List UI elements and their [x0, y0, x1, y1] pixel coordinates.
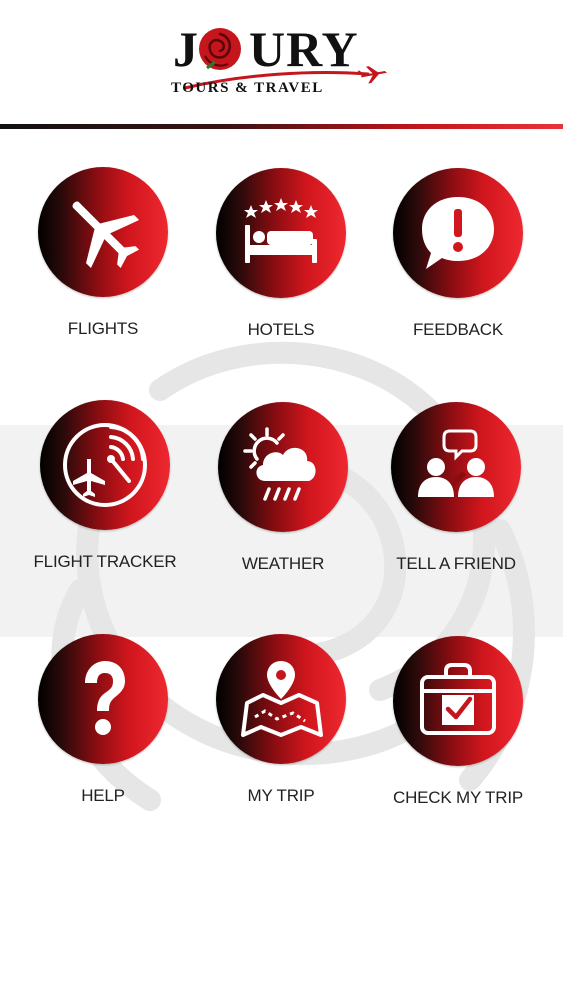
tile-label-flights: FLIGHTS	[67, 319, 139, 338]
tile-flight-tracker[interactable]: FLIGHT TRACKER	[30, 400, 180, 572]
hotels-circle[interactable]	[216, 168, 346, 298]
tile-weather[interactable]: WEATHER	[208, 402, 358, 574]
tile-label-check-my-trip: CHECK MY TRIP	[393, 788, 523, 807]
tile-label-help: HELP	[81, 786, 125, 805]
flight-tracker-circle[interactable]	[40, 400, 170, 530]
map-pin-icon	[241, 661, 323, 737]
tile-label-flight-tracker: FLIGHT TRACKER	[33, 552, 177, 571]
menu-grid: FLIGHTS HOTELS FEEDBACK FLIGHT TRACKER W…	[0, 0, 563, 1000]
tile-label-tell-a-friend: TELL A FRIEND	[396, 554, 516, 573]
tile-my-trip[interactable]: MY TRIP	[206, 634, 356, 806]
weather-circle[interactable]	[218, 402, 348, 532]
feedback-bubble-icon	[422, 197, 494, 269]
tell-a-friend-icon	[418, 429, 494, 497]
my-trip-circle[interactable]	[216, 634, 346, 764]
flights-circle[interactable]	[38, 167, 168, 297]
tile-check-my-trip[interactable]: CHECK MY TRIP	[383, 636, 533, 808]
tile-label-feedback: FEEDBACK	[412, 320, 504, 339]
question-mark-icon	[85, 661, 125, 735]
weather-icon	[243, 427, 316, 501]
check-my-trip-circle[interactable]	[393, 636, 523, 766]
hotel-bed-icon	[244, 198, 318, 263]
briefcase-check-icon	[420, 663, 496, 735]
tile-label-hotels: HOTELS	[247, 320, 315, 339]
flight-tracker-icon	[63, 423, 147, 507]
tile-flights[interactable]: FLIGHTS	[28, 167, 178, 339]
tile-hotels[interactable]: HOTELS	[206, 168, 356, 340]
airplane-icon	[72, 201, 140, 269]
help-circle[interactable]	[38, 634, 168, 764]
tile-help[interactable]: HELP	[28, 634, 178, 806]
tile-feedback[interactable]: FEEDBACK	[383, 168, 533, 340]
tell-a-friend-circle[interactable]	[391, 402, 521, 532]
tile-label-weather: WEATHER	[241, 554, 325, 573]
feedback-circle[interactable]	[393, 168, 523, 298]
tile-tell-a-friend[interactable]: TELL A FRIEND	[381, 402, 531, 574]
tile-label-my-trip: MY TRIP	[247, 786, 315, 805]
